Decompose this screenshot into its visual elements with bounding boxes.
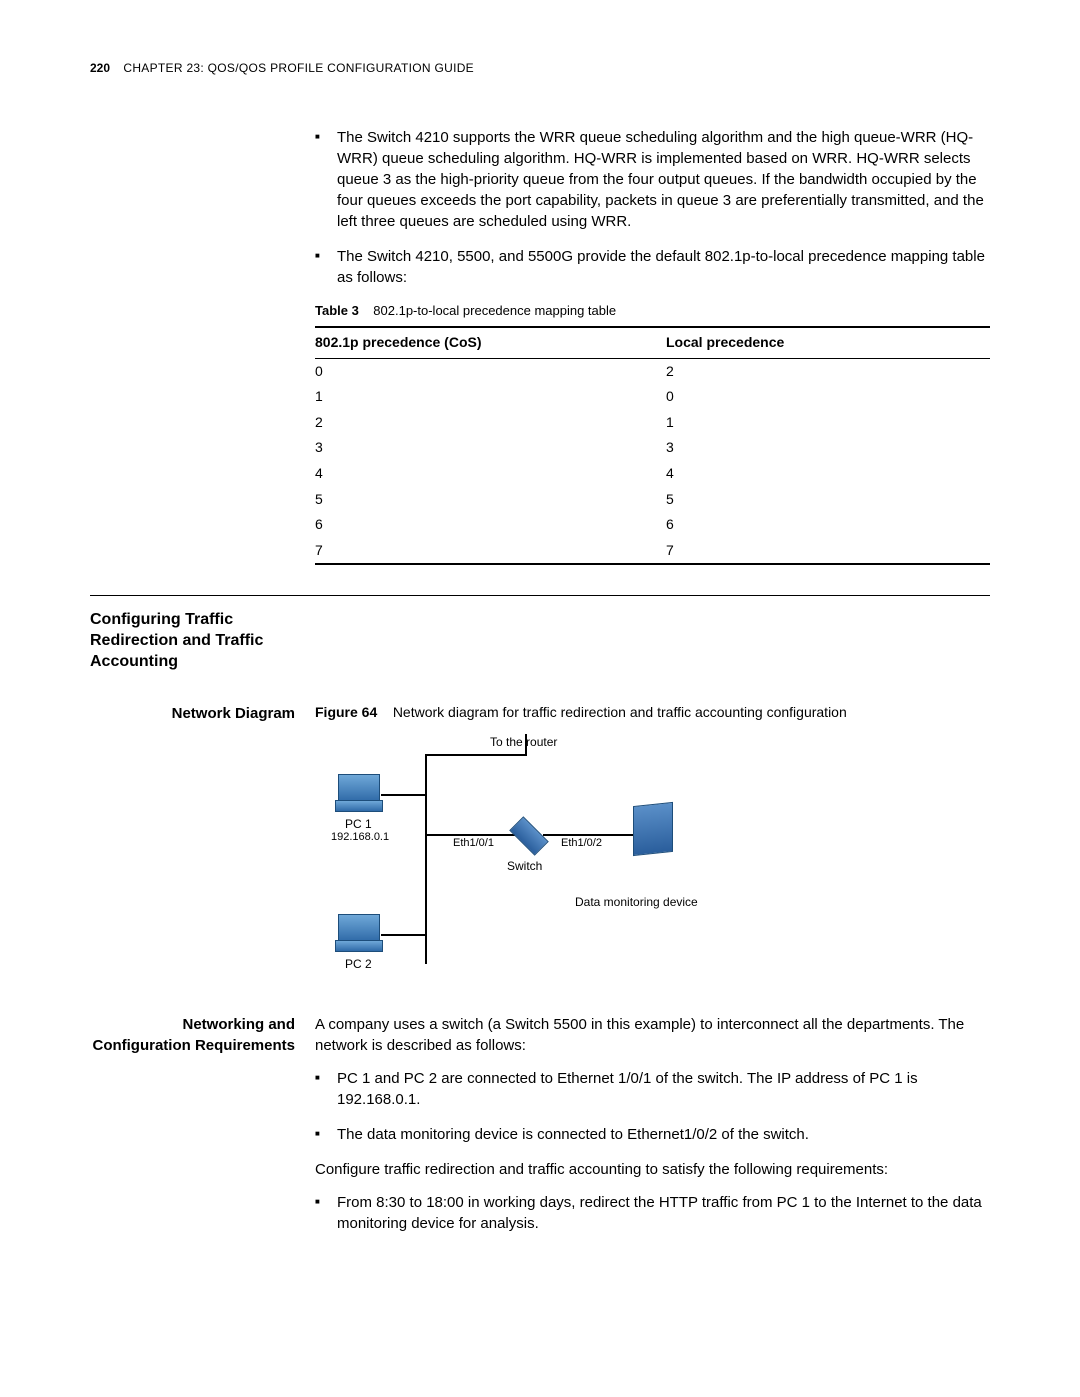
server-icon (633, 804, 673, 854)
section-divider (90, 595, 990, 596)
table-row: 55 (315, 487, 990, 513)
req-bullet-list: From 8:30 to 18:00 in working days, redi… (315, 1192, 990, 1234)
bullet-item: The data monitoring device is connected … (315, 1124, 990, 1145)
label-to-router: To the router (490, 734, 557, 751)
pc1-icon (335, 774, 381, 812)
figure-label: Figure 64 (315, 704, 377, 720)
table-label: Table 3 (315, 303, 359, 318)
precedence-table: 802.1p precedence (CoS) Local precedence… (315, 326, 990, 565)
table-row: 66 (315, 512, 990, 538)
netreq-intro: A company uses a switch (a Switch 5500 i… (315, 1014, 990, 1056)
netreq-mid: Configure traffic redirection and traffi… (315, 1159, 990, 1180)
section-heading: Configuring Traffic Redirection and Traf… (90, 610, 300, 672)
table-header-cos: 802.1p precedence (CoS) (315, 327, 666, 358)
table-row: 77 (315, 538, 990, 565)
subsection-label-network-diagram: Network Diagram (90, 703, 315, 1015)
page-number: 220 (90, 61, 110, 75)
table-row: 10 (315, 384, 990, 410)
label-pc1-ip: 192.168.0.1 (331, 830, 389, 845)
switch-icon (511, 826, 547, 846)
intro-bullet-list: The Switch 4210 supports the WRR queue s… (315, 127, 990, 288)
figure-caption-text: Network diagram for traffic redirection … (393, 704, 847, 720)
table-row: 44 (315, 461, 990, 487)
bullet-item: From 8:30 to 18:00 in working days, redi… (315, 1192, 990, 1234)
bullet-item: The Switch 4210 supports the WRR queue s… (315, 127, 990, 232)
label-monitor-device: Data monitoring device (575, 894, 698, 911)
pc2-icon (335, 914, 381, 952)
desc-bullet-list: PC 1 and PC 2 are connected to Ethernet … (315, 1068, 990, 1145)
bullet-item: The Switch 4210, 5500, and 5500G provide… (315, 246, 990, 288)
subsection-label-net-req: Networking and Configuration Requirement… (90, 1014, 315, 1248)
figure-caption: Figure 64 Network diagram for traffic re… (315, 703, 990, 723)
page-header: 220 CHAPTER 23: QOS/QOS PROFILE CONFIGUR… (90, 60, 990, 77)
label-eth2: Eth1/0/2 (561, 836, 602, 851)
table-header-local: Local precedence (666, 327, 990, 358)
network-diagram: To the router PC 1 192.168.0.1 Eth1/0/1 … (315, 734, 745, 984)
table-row: 33 (315, 435, 990, 461)
table-caption: Table 3 802.1p-to-local precedence mappi… (315, 302, 990, 320)
label-switch: Switch (507, 858, 542, 875)
table-caption-text: 802.1p-to-local precedence mapping table (373, 303, 616, 318)
label-eth1: Eth1/0/1 (453, 836, 494, 851)
table-row: 02 (315, 358, 990, 384)
table-row: 21 (315, 410, 990, 436)
bullet-item: PC 1 and PC 2 are connected to Ethernet … (315, 1068, 990, 1110)
chapter-title: CHAPTER 23: QOS/QOS PROFILE CONFIGURATIO… (123, 61, 474, 75)
label-pc2: PC 2 (345, 956, 372, 973)
